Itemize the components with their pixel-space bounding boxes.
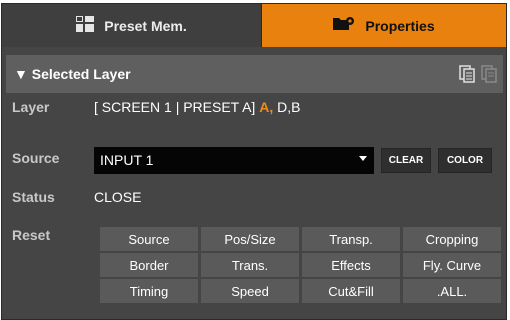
clear-button[interactable]: CLEAR [381, 148, 431, 173]
status-value: CLOSE [94, 189, 142, 205]
reset-fly-curve-button[interactable]: Fly. Curve [403, 253, 501, 277]
other-layers[interactable]: D,B [277, 99, 300, 115]
copy-icon[interactable] [459, 65, 475, 83]
layer-screen-preset: [ SCREEN 1 | PRESET A] [94, 99, 256, 115]
reset-transparency-button[interactable]: Transp. [302, 227, 400, 251]
reset-source-button[interactable]: Source [100, 227, 198, 251]
reset-timing-button[interactable]: Timing [100, 279, 198, 303]
reset-effects-button[interactable]: Effects [302, 253, 400, 277]
status-label: Status [12, 189, 55, 205]
selected-layer-header[interactable]: ▼ Selected Layer [6, 55, 503, 93]
reset-transition-button[interactable]: Trans. [201, 253, 299, 277]
tab-properties-label: Properties [365, 17, 435, 34]
reset-cropping-button[interactable]: Cropping [403, 227, 501, 251]
paste-icon[interactable] [481, 65, 497, 83]
properties-panel: Preset Mem. Properties ▼ Selected Layer [1, 3, 507, 320]
reset-button-grid: Source Pos/Size Transp. Cropping Border … [100, 227, 501, 303]
source-select[interactable]: INPUT 1 [94, 147, 374, 174]
folder-settings-icon [333, 16, 355, 35]
tab-bar: Preset Mem. Properties [2, 4, 506, 47]
tab-properties[interactable]: Properties [262, 4, 506, 47]
reset-cut-fill-button[interactable]: Cut&Fill [302, 279, 400, 303]
section-title: ▼ Selected Layer [14, 66, 131, 82]
reset-speed-button[interactable]: Speed [201, 279, 299, 303]
tab-preset-label: Preset Mem. [104, 17, 187, 34]
reset-border-button[interactable]: Border [100, 253, 198, 277]
grid-icon [76, 16, 95, 35]
chevron-down-icon[interactable] [359, 156, 367, 161]
layer-label: Layer [12, 99, 50, 115]
color-button[interactable]: COLOR [438, 148, 492, 173]
reset-label: Reset [12, 227, 51, 243]
reset-pos-size-button[interactable]: Pos/Size [201, 227, 299, 251]
layer-value: [ SCREEN 1 | PRESET A] A, D,B [94, 99, 300, 115]
source-selected-value: INPUT 1 [100, 152, 154, 168]
source-label: Source [12, 150, 60, 166]
reset-all-button[interactable]: .ALL. [403, 279, 501, 303]
tab-preset-memory[interactable]: Preset Mem. [2, 4, 262, 47]
active-layer[interactable]: A, [259, 99, 273, 115]
